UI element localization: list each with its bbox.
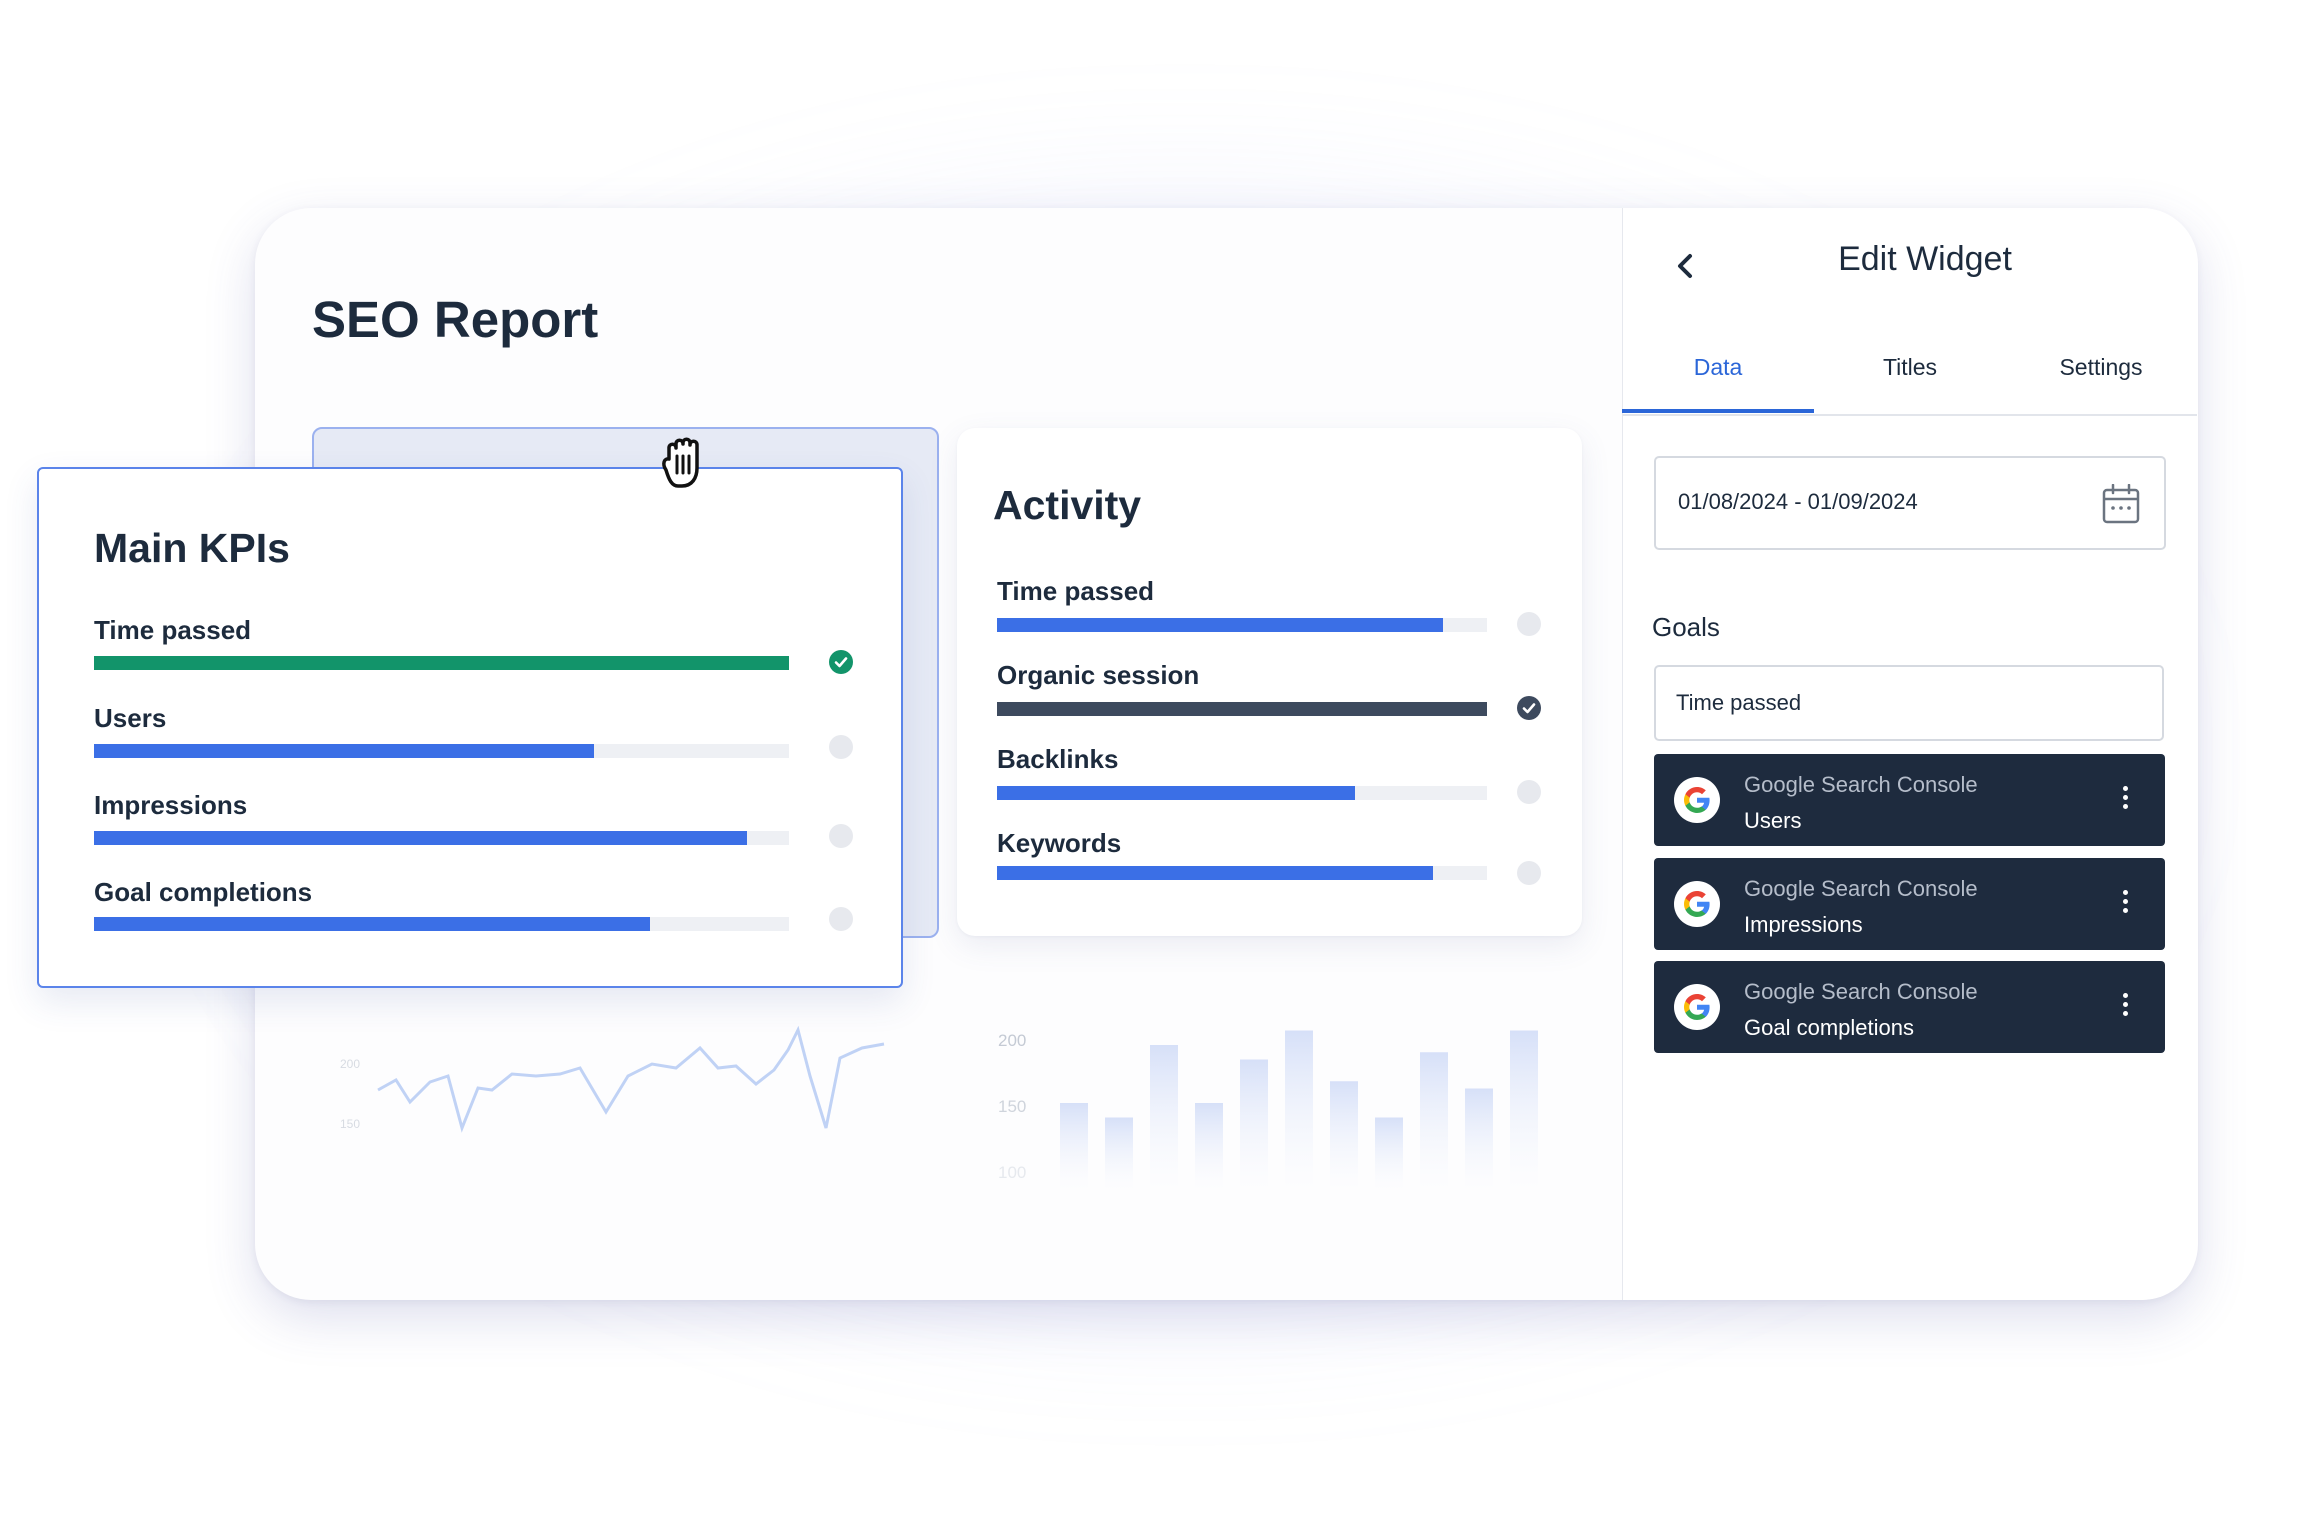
activity-widget[interactable]: Activity Time passed Organic session Bac… [957,428,1582,936]
more-options-icon[interactable] [2121,786,2129,814]
faded-bar [1420,1052,1448,1190]
faded-bar [1195,1103,1223,1190]
back-button[interactable] [1666,246,1706,286]
source-name: Google Search Console [1744,979,1978,1004]
faded-bar [1375,1117,1403,1190]
source-name: Google Search Console [1744,772,1978,797]
main-kpis-title: Main KPIs [94,525,290,571]
source-metric: Goal completions [1744,1015,1914,1040]
kpi-label-time-passed: Time passed [94,615,252,645]
date-range-field[interactable] [1654,456,2166,550]
faded-bar [1150,1045,1178,1190]
tab-titles[interactable]: Titles [1814,354,2006,381]
grab-hand-icon [662,437,699,488]
google-icon [1674,881,1720,927]
kpi-track-users [94,744,789,758]
activity-bar-time-passed [997,618,1443,632]
source-metric: Impressions [1744,912,1863,937]
goals-label: Goals [1652,612,1720,642]
faded-line-chart: 200 150 [340,1025,885,1133]
faded-line-series [377,1025,885,1133]
kpi-bar-goal-completions [94,917,650,931]
activity-track-backlinks [997,786,1487,800]
faded-bar [1105,1117,1133,1190]
status-pending-icon [829,907,853,931]
faded-bar [1240,1059,1268,1190]
status-complete-icon [1517,696,1541,720]
kpi-track-time-passed [94,656,789,670]
faded-bar [1060,1103,1088,1190]
activity-track-keywords [997,866,1487,880]
activity-label-backlinks: Backlinks [997,744,1119,774]
goal-source-impressions[interactable]: Google Search Console Impressions [1654,858,2165,950]
kpi-track-impressions [94,831,789,845]
kpi-bar-impressions [94,831,748,845]
activity-label-organic-session: Organic session [997,660,1200,690]
faded-bar [1330,1081,1358,1190]
status-pending-icon [1517,780,1541,804]
kpi-label-users: Users [94,703,167,733]
line-y-tick-150: 150 [340,1117,360,1131]
tab-settings[interactable]: Settings [2005,354,2197,381]
status-complete-icon [829,650,853,674]
google-icon [1674,777,1720,823]
page-title: SEO Report [312,291,599,348]
kpi-track-goal-completions [94,917,789,931]
panel-title: Edit Widget [1838,240,2012,278]
main-kpis-widget[interactable]: Main KPIs Time passed Users Impressions … [37,467,903,988]
status-pending-icon [829,735,853,759]
activity-label-keywords: Keywords [997,828,1122,858]
activity-bar-organic-session [997,702,1487,716]
google-icon [1674,984,1720,1030]
bar-y-tick-150: 150 [998,1097,1026,1116]
faded-bar [1510,1030,1538,1190]
date-range-input[interactable] [1676,488,2080,516]
activity-track-organic-session [997,702,1487,716]
activity-label-time-passed: Time passed [997,576,1155,606]
bar-y-tick-100: 100 [998,1163,1026,1182]
activity-title: Activity [993,482,1142,528]
kpi-bar-users [94,744,595,758]
more-options-icon[interactable] [2121,993,2129,1021]
active-tab-indicator [1622,409,1814,413]
kpi-label-impressions: Impressions [94,790,248,820]
panel-tabs: Data Titles Settings [1622,340,2197,416]
goal-name-input[interactable] [1674,689,2138,717]
goal-source-goal-completions[interactable]: Google Search Console Goal completions [1654,961,2165,1053]
activity-bar-backlinks [997,786,1355,800]
activity-track-time-passed [997,618,1487,632]
calendar-icon[interactable] [2102,484,2140,524]
faded-bar-chart: 200 150 100 [998,1030,1538,1190]
kpi-label-goal-completions: Goal completions [94,877,313,907]
source-name: Google Search Console [1744,876,1978,901]
faded-bar-series [1060,1030,1538,1190]
faded-bar [1285,1030,1313,1190]
status-pending-icon [1517,612,1541,636]
chevron-left-icon [1678,254,1692,278]
tab-data[interactable]: Data [1622,354,1814,381]
goal-source-users[interactable]: Google Search Console Users [1654,754,2165,846]
more-options-icon[interactable] [2121,890,2129,918]
activity-bar-keywords [997,866,1434,880]
status-pending-icon [829,824,853,848]
source-metric: Users [1744,808,1802,833]
kpi-bar-time-passed [94,656,789,670]
bar-y-tick-200: 200 [998,1031,1026,1050]
faded-bar [1465,1088,1493,1190]
line-y-tick-200: 200 [340,1057,360,1071]
status-pending-icon [1517,861,1541,885]
goal-name-field[interactable] [1654,665,2164,741]
